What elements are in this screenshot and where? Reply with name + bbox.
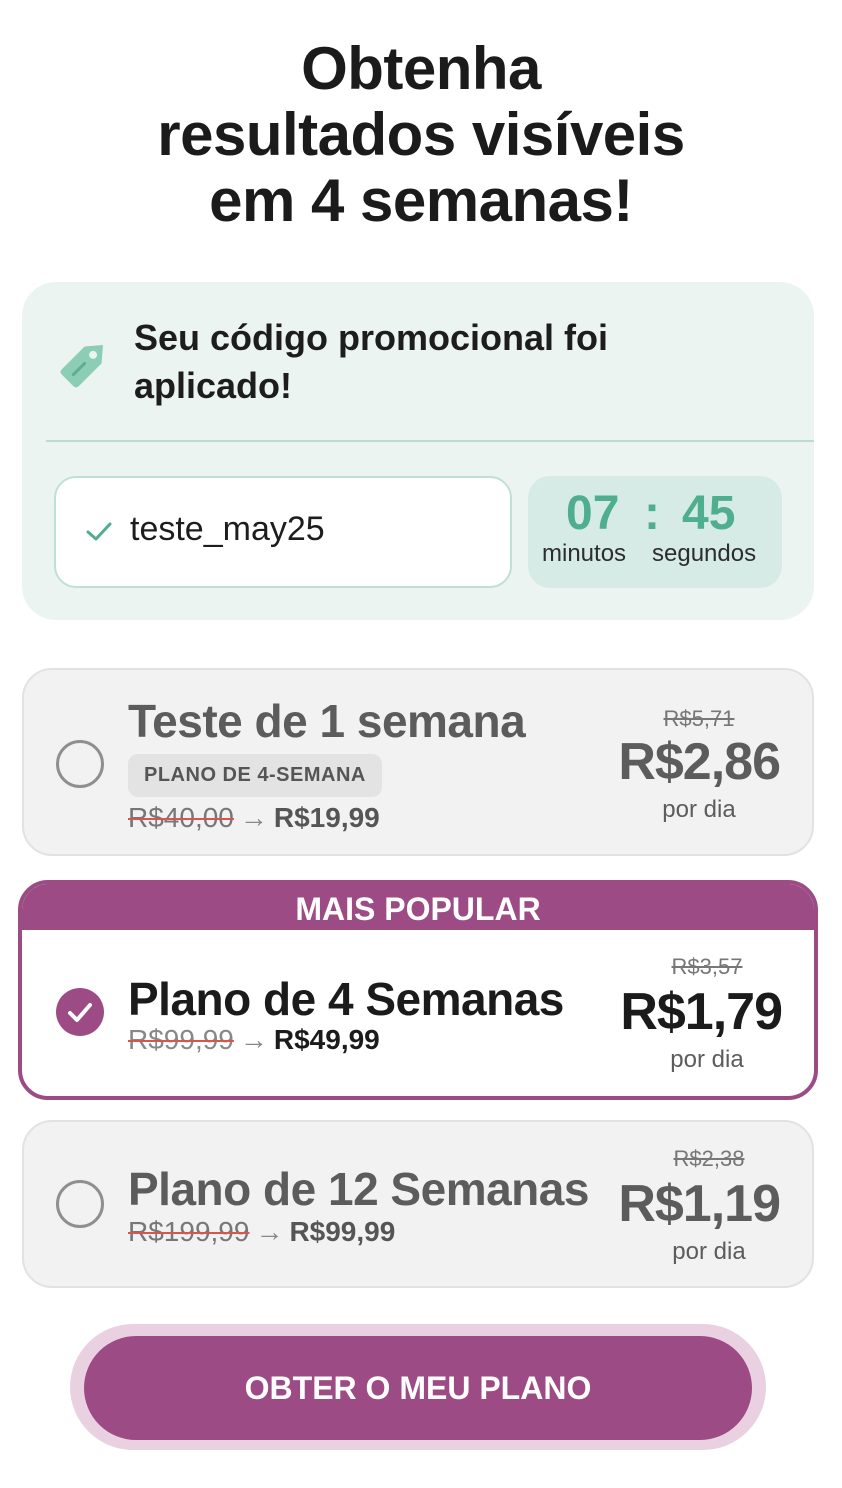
radio-plan-1-week[interactable] <box>56 740 104 788</box>
get-my-plan-button[interactable]: OBTER O MEU PLANO <box>84 1336 752 1440</box>
tag-icon <box>60 345 103 388</box>
check-icon <box>86 522 112 541</box>
headline-line-3: em 4 semanas! <box>209 167 633 234</box>
plan-card-1-week[interactable]: Teste de 1 semana PLANO DE 4-SEMANA R$40… <box>22 668 814 856</box>
timer-seconds-label: segundos <box>652 540 757 567</box>
countdown-timer: 07 : 45 minutos segundos <box>528 476 782 588</box>
old-price: R$40,00 <box>128 802 234 833</box>
plan-badge: PLANO DE 4-SEMANA <box>128 754 382 797</box>
plan-card-4-weeks[interactable]: MAIS POPULAR Plano de 4 Semanas R$99,99 →… <box>18 880 818 1100</box>
most-popular-banner: MAIS POPULAR <box>22 884 814 930</box>
radio-plan-12-weeks[interactable] <box>56 1180 104 1228</box>
headline-line-2: resultados visíveis <box>157 101 685 168</box>
arrow-icon: → <box>255 1216 284 1247</box>
page-title: Obtenha resultados visíveis em 4 semanas… <box>0 36 842 234</box>
old-per-day-price: R$3,57 <box>671 954 743 979</box>
promo-code-field[interactable]: teste_may25 <box>54 476 512 588</box>
promo-code-value: teste_may25 <box>130 510 325 548</box>
new-price: R$49,99 <box>273 1024 380 1055</box>
new-price: R$99,99 <box>289 1216 396 1247</box>
new-price: R$19,99 <box>273 802 380 833</box>
promo-code-panel: Seu código promocional foi aplicado! tes… <box>22 282 814 620</box>
old-price: R$199,99 <box>128 1216 250 1247</box>
per-day-unit: por dia <box>672 1238 746 1265</box>
per-day-price: R$2,86 <box>618 733 781 791</box>
timer-minutes: 07 <box>566 487 620 540</box>
plan-price-line: R$40,00 → R$19,99 <box>128 802 380 834</box>
per-day-unit: por dia <box>670 1046 744 1073</box>
ticket-divider <box>46 440 814 442</box>
timer-separator: : <box>644 487 660 540</box>
per-day-price: R$1,79 <box>620 983 783 1041</box>
headline-line-1: Obtenha <box>301 35 541 102</box>
arrow-icon: → <box>239 1024 268 1055</box>
promo-applied-message: Seu código promocional foi aplicado! <box>134 317 609 406</box>
per-day-unit: por dia <box>662 796 736 823</box>
timer-seconds: 45 <box>682 487 736 540</box>
plan-name: Plano de 12 Semanas <box>128 1163 589 1215</box>
timer-minutes-label: minutos <box>542 540 627 567</box>
radio-plan-4-weeks[interactable] <box>56 988 104 1036</box>
old-price: R$99,99 <box>128 1024 234 1055</box>
plan-card-12-weeks[interactable]: Plano de 12 Semanas R$199,99 → R$99,99 R$2… <box>22 1120 814 1288</box>
arrow-icon: → <box>239 802 268 833</box>
old-per-day-price: R$2,38 <box>673 1146 745 1171</box>
per-day-price: R$1,19 <box>618 1175 781 1233</box>
plan-name: Plano de 4 Semanas <box>128 973 564 1025</box>
old-per-day-price: R$5,71 <box>663 706 735 731</box>
plan-price-line: R$199,99 → R$99,99 <box>128 1216 395 1248</box>
check-icon <box>68 1003 92 1022</box>
plan-price-line: R$99,99 → R$49,99 <box>128 1024 380 1056</box>
plan-name: Teste de 1 semana <box>128 695 526 747</box>
